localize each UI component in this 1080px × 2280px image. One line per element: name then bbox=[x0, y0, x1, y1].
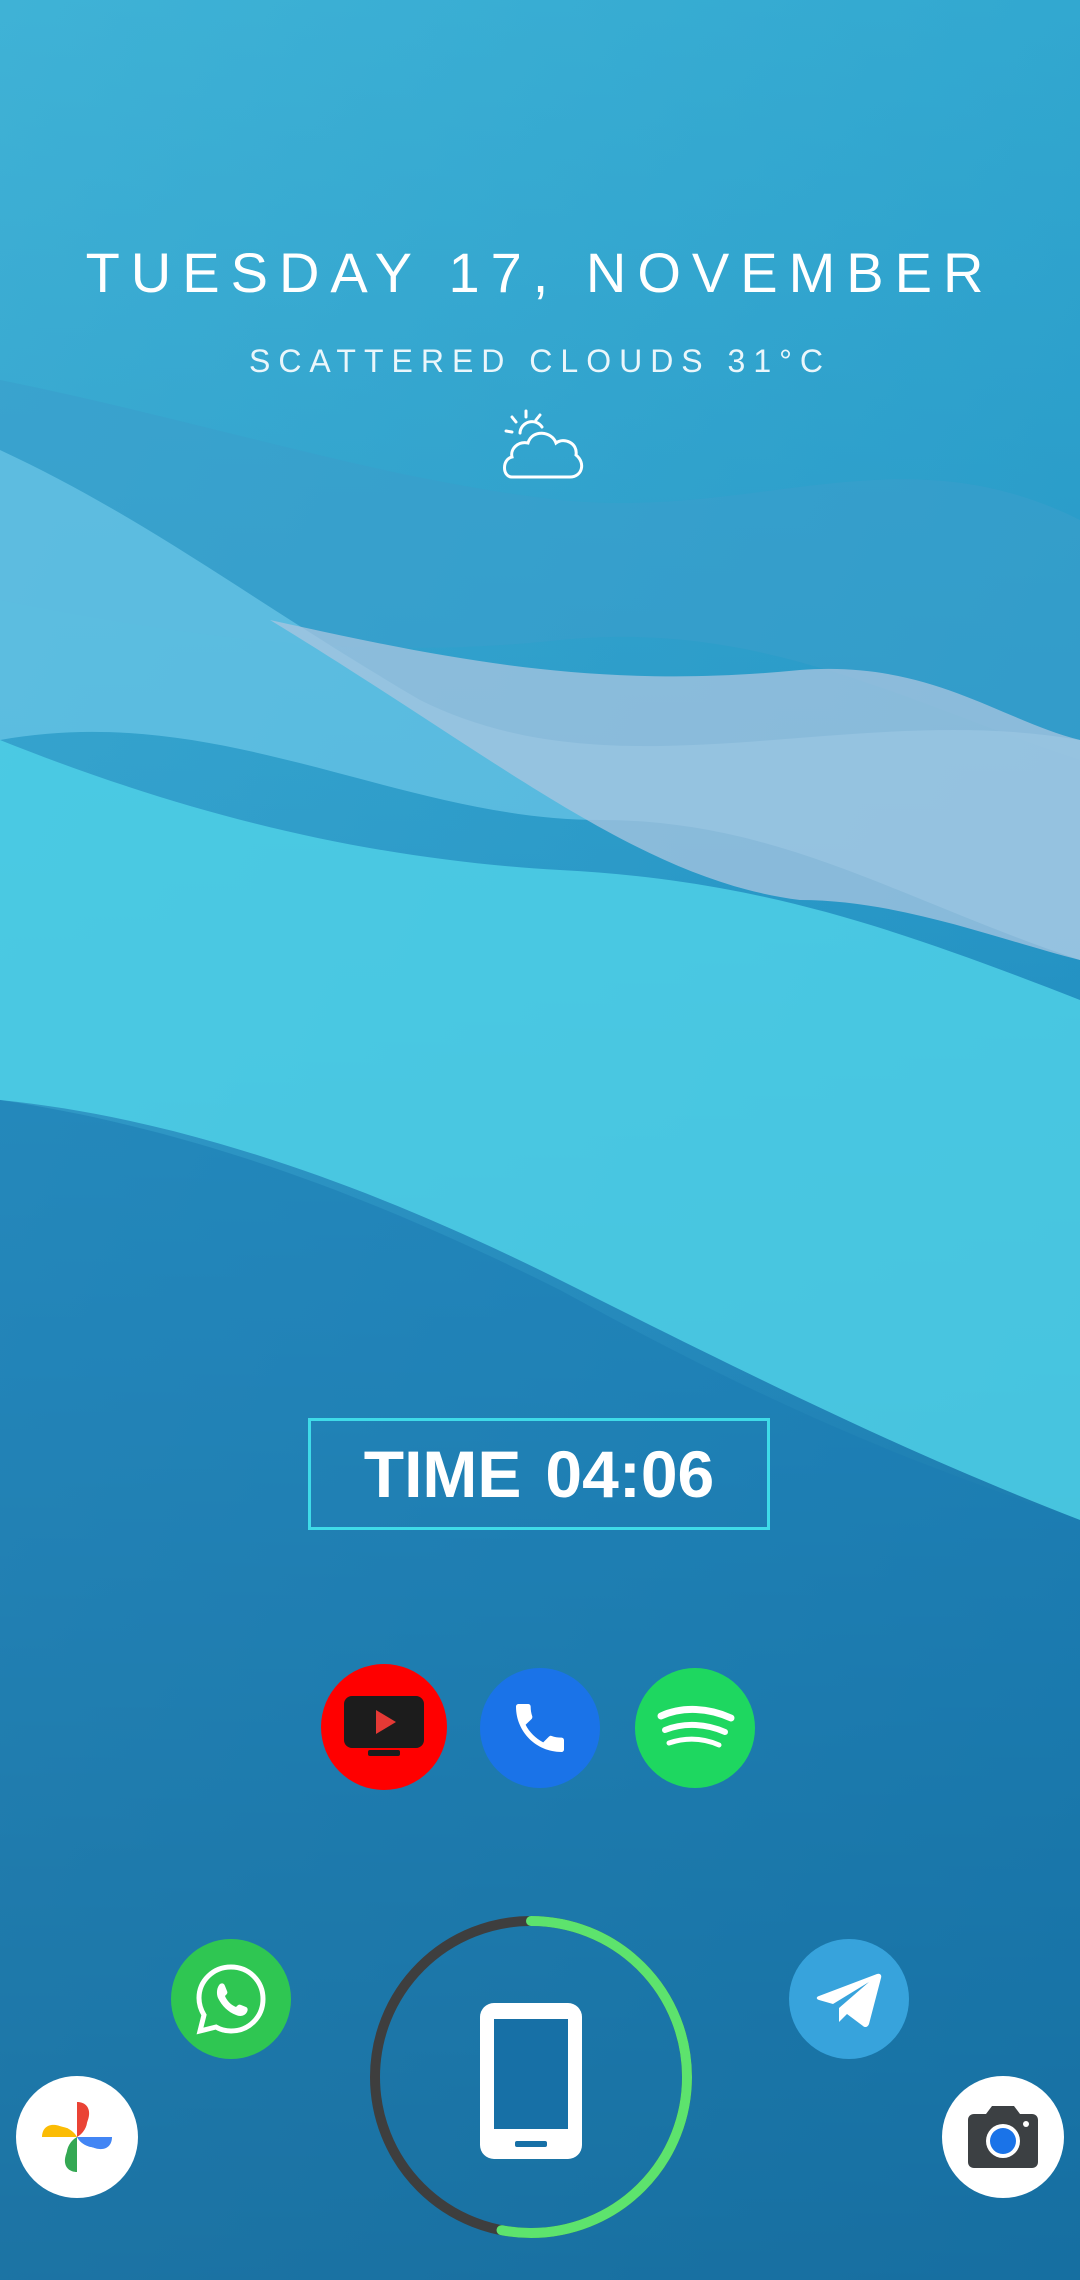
clock-label: TIME bbox=[363, 1437, 522, 1511]
telegram-app[interactable] bbox=[789, 1939, 909, 2059]
google-photos-app[interactable] bbox=[16, 2076, 138, 2198]
spotify-app[interactable] bbox=[635, 1668, 755, 1788]
smartphone-icon bbox=[480, 2003, 582, 2159]
youtube-app[interactable] bbox=[321, 1664, 447, 1790]
camera-app[interactable] bbox=[942, 2076, 1064, 2198]
phone-icon bbox=[516, 1704, 564, 1752]
weather-summary: SCATTERED CLOUDS 31°C bbox=[248, 343, 832, 379]
youtube-tv-icon bbox=[344, 1696, 424, 1756]
phone-app[interactable] bbox=[480, 1668, 600, 1788]
battery-ring[interactable] bbox=[366, 1912, 696, 2242]
google-photos-icon bbox=[42, 2102, 112, 2172]
camera-icon bbox=[968, 2106, 1038, 2168]
spotify-icon bbox=[657, 1705, 735, 1748]
whatsapp-icon bbox=[196, 1964, 266, 2035]
telegram-icon bbox=[816, 1973, 882, 2028]
whatsapp-app[interactable] bbox=[171, 1939, 291, 2059]
clock-time: 04:06 bbox=[545, 1437, 715, 1511]
clock-widget: TIME 04:06 bbox=[308, 1418, 770, 1530]
lockscreen-date: TUESDAY 17, NOVEMBER bbox=[85, 241, 995, 304]
partly-cloudy-icon bbox=[503, 409, 584, 479]
